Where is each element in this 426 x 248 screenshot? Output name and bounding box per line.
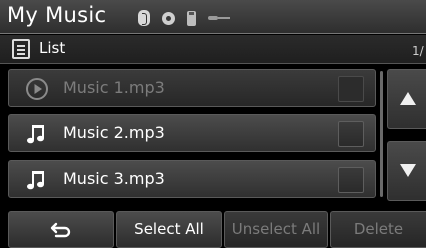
bluetooth-icon [138,10,150,26]
track-name: Music 2.mp3 [63,123,165,142]
back-button[interactable] [8,211,114,248]
delete-button[interactable]: Delete [330,211,426,248]
music-note-icon [27,125,44,144]
arrow-down-icon [400,164,416,177]
track-checkbox[interactable] [338,76,364,102]
usb-icon [187,10,196,26]
list-icon [12,39,30,59]
track-checkbox[interactable] [338,121,364,147]
music-note-icon [27,171,44,190]
page-indicator: 1/ [412,44,424,58]
list-label: List [39,39,66,57]
track-row-2[interactable]: Music 2.mp3 [8,114,376,152]
track-name: Music 3.mp3 [63,169,165,188]
back-arrow-icon [50,222,71,238]
disc-icon [162,11,175,25]
unselect-all-button[interactable]: Unselect All [224,211,328,248]
scroll-up-button[interactable] [387,69,426,129]
aux-icon [208,15,230,21]
select-all-button[interactable]: Select All [116,211,222,248]
track-name: Music 1.mp3 [63,78,165,97]
status-icons [138,10,230,26]
play-circle-icon [26,78,48,100]
list-header: List 1/ [0,35,426,64]
page-title: My Music [7,3,107,27]
bottom-toolbar: Select All Unselect All Delete [0,211,426,248]
scrollbar[interactable] [380,71,383,197]
title-bar: My Music [0,0,426,34]
scroll-down-button[interactable] [387,141,426,201]
track-row-1[interactable]: Music 1.mp3 [8,69,376,107]
track-checkbox[interactable] [338,167,364,193]
arrow-up-icon [400,92,416,105]
track-row-3[interactable]: Music 3.mp3 [8,160,376,198]
